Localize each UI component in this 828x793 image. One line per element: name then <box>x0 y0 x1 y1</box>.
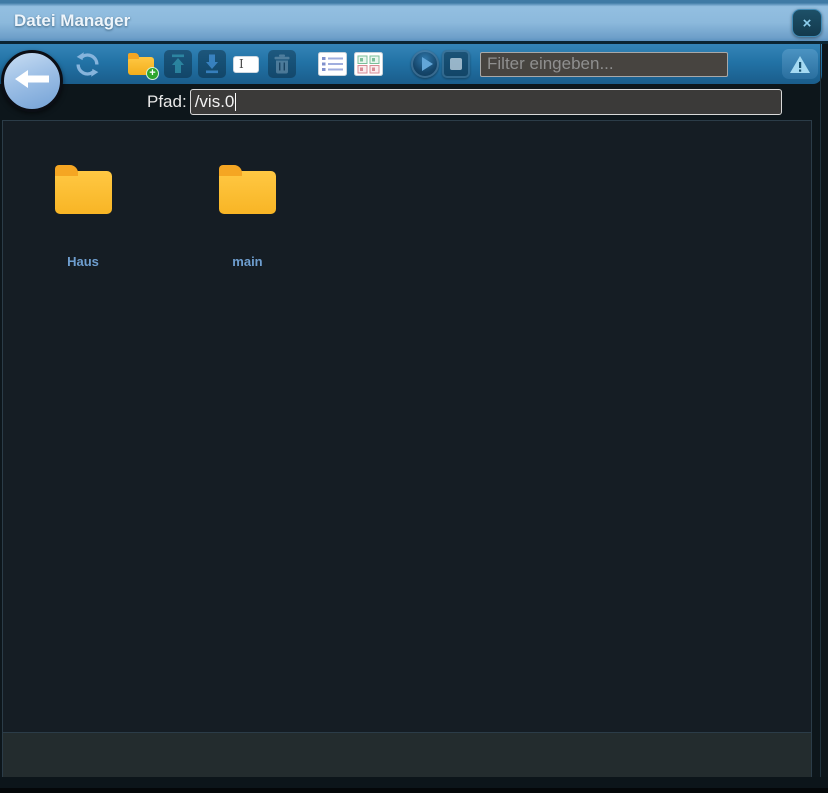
folder-label: main <box>232 254 263 269</box>
folder-item-main[interactable]: main <box>167 165 327 269</box>
refresh-button[interactable] <box>72 49 102 79</box>
plus-badge-icon: + <box>146 67 159 80</box>
window-title: Datei Manager <box>14 11 131 30</box>
toolbar: + I <box>0 44 822 84</box>
file-list-area: Haus main <box>2 120 812 733</box>
path-input[interactable]: /vis.0 <box>189 89 782 115</box>
footer-bar <box>2 733 812 777</box>
tile-view-button[interactable] <box>354 50 383 78</box>
download-button[interactable] <box>198 50 226 78</box>
warning-icon <box>789 55 811 74</box>
folder-icon <box>54 165 112 214</box>
window-edge <box>0 788 828 793</box>
delete-button[interactable] <box>268 50 296 78</box>
back-arrow-icon <box>13 66 51 97</box>
new-folder-button[interactable]: + <box>126 50 159 80</box>
back-button[interactable] <box>1 50 63 112</box>
play-icon <box>421 57 433 71</box>
filter-input[interactable] <box>480 51 728 77</box>
close-icon: × <box>802 14 812 32</box>
folder-icon <box>218 165 276 214</box>
refresh-icon <box>74 51 101 78</box>
window-edge <box>820 44 821 777</box>
download-icon <box>203 54 221 74</box>
stop-icon <box>450 58 462 70</box>
tile-view-icon <box>354 52 383 76</box>
stop-button[interactable] <box>442 50 470 78</box>
folder-label: Haus <box>67 254 99 269</box>
window-edge <box>0 777 828 788</box>
list-view-icon <box>318 52 347 76</box>
path-bar: Pfad: /vis.0 <box>0 84 828 120</box>
play-button[interactable] <box>411 50 439 78</box>
close-button[interactable]: × <box>792 9 822 37</box>
upload-icon <box>169 54 187 74</box>
rename-button[interactable]: I <box>232 50 260 78</box>
file-manager-window: Datei Manager × + I Filter eingeben... P… <box>0 0 828 793</box>
folder-item-haus[interactable]: Haus <box>3 165 163 269</box>
titlebar: Datei Manager × <box>0 0 828 44</box>
path-label: Pfad: <box>147 92 187 111</box>
rename-icon: I <box>233 55 259 73</box>
text-caret <box>235 93 237 111</box>
warning-button[interactable] <box>782 49 818 79</box>
upload-button[interactable] <box>164 50 192 78</box>
trash-icon <box>273 54 291 74</box>
path-value: /vis.0 <box>194 92 235 111</box>
list-view-button[interactable] <box>318 50 347 78</box>
